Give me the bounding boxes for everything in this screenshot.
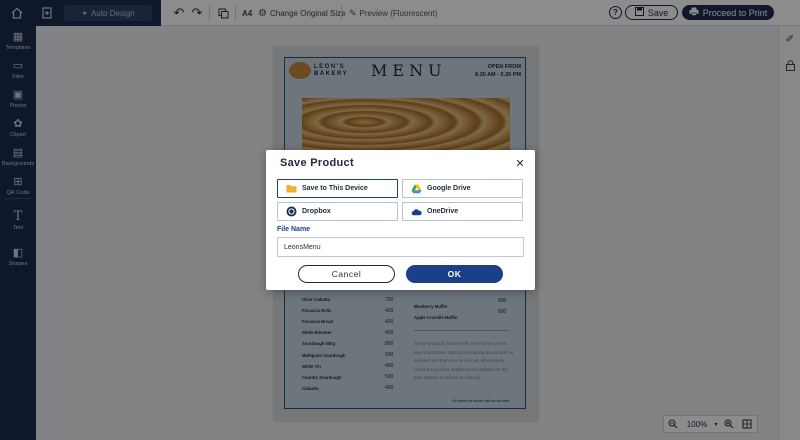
onedrive-option[interactable]: OneDrive <box>402 202 523 221</box>
dropbox-icon <box>286 206 297 217</box>
folder-icon <box>286 183 297 194</box>
option-label: Google Drive <box>427 185 471 192</box>
save-to-device-option[interactable]: Save to This Device <box>277 179 398 198</box>
option-label: Dropbox <box>302 208 331 215</box>
option-label: Save to This Device <box>302 185 368 192</box>
file-name-input[interactable] <box>277 237 524 257</box>
ok-button[interactable]: OK <box>406 265 503 283</box>
onedrive-icon <box>411 206 422 217</box>
cancel-button[interactable]: Cancel <box>298 265 395 283</box>
file-name-label: File Name <box>277 226 311 233</box>
close-icon[interactable]: ✕ <box>515 158 525 170</box>
dialog-title: Save Product <box>280 157 354 169</box>
google-drive-option[interactable]: Google Drive <box>402 179 523 198</box>
google-drive-icon <box>411 183 422 194</box>
dropbox-option[interactable]: Dropbox <box>277 202 398 221</box>
save-product-dialog: Save Product ✕ Save to This Device Googl… <box>266 150 535 290</box>
option-label: OneDrive <box>427 208 459 215</box>
